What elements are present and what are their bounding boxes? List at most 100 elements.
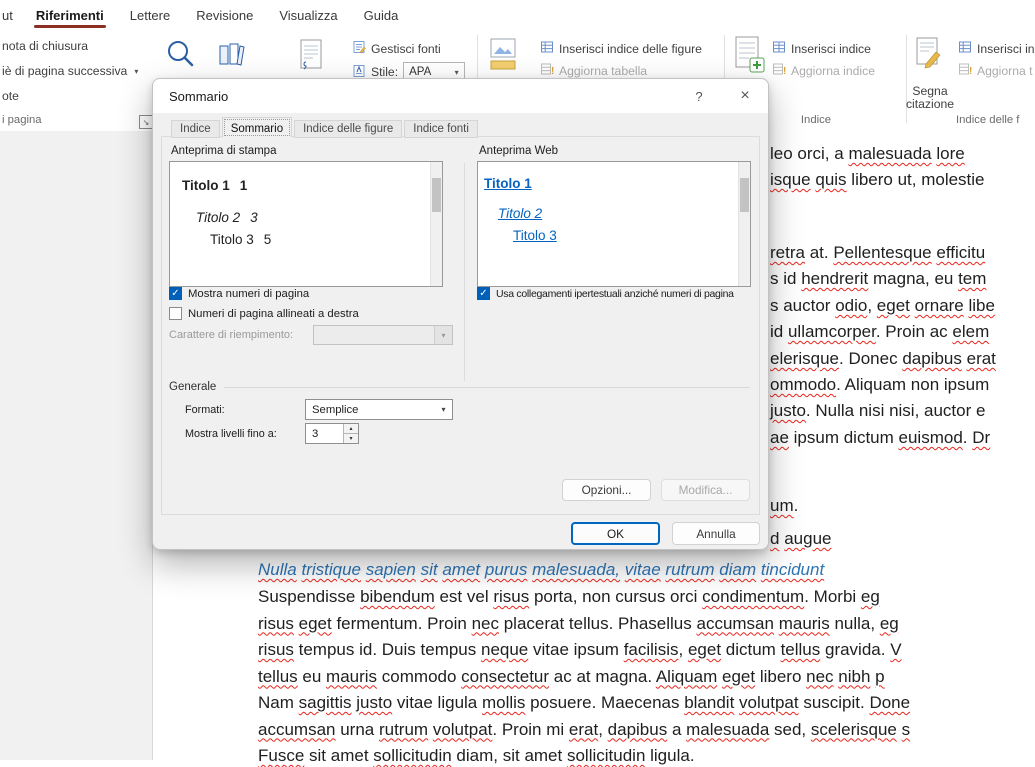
right-align-page-numbers-label: Numeri di pagina allineati a destra xyxy=(188,308,359,320)
dialog-tab-strip: IndiceSommarioIndice delle figureIndice … xyxy=(171,117,478,138)
document-paragraph-line: risus tempus id. Duis tempus neque vitae… xyxy=(258,639,902,661)
web-preview-entry-2: Titolo 2 xyxy=(498,206,542,221)
print-preview-scrollbar[interactable] xyxy=(430,162,442,286)
cancel-button-label: Annulla xyxy=(696,527,735,541)
use-hyperlinks-checkbox[interactable]: ✓ Usa collegamenti ipertestuali anziché … xyxy=(477,287,734,300)
document-paragraph-line: Suspendisse bibendum est vel risus porta… xyxy=(258,586,880,608)
document-text-fragment: leo orci, a malesuada lore xyxy=(770,143,965,165)
document-paragraph-line: tellus eu mauris commodo consectetur ac … xyxy=(258,666,885,688)
close-button[interactable]: × xyxy=(722,79,768,113)
web-preview-entry-1: Titolo 1 xyxy=(484,176,532,191)
document-paragraph-line: accumsan urna rutrum volutpat. Proin mi … xyxy=(258,719,910,741)
dialog-tab-indice[interactable]: Indice xyxy=(171,120,220,138)
app-tab-ut[interactable]: ut xyxy=(0,0,23,30)
update-table-of-authorities-button[interactable]: ! Aggiorna t xyxy=(958,62,1033,79)
modify-button[interactable]: Modifica... xyxy=(661,479,750,501)
help-button[interactable]: ? xyxy=(676,79,722,113)
web-preview-entry-3: Titolo 3 xyxy=(513,228,557,243)
researcher-button[interactable] xyxy=(216,40,246,75)
manage-sources-button[interactable]: Gestisci fonti xyxy=(352,40,441,57)
document-text-fragment: justo. Nulla nisi nisi, auctor e xyxy=(770,400,985,422)
dialog-tab-sommario[interactable]: Sommario xyxy=(222,117,292,138)
mark-citation-icon xyxy=(913,62,943,79)
scrollbar-thumb[interactable] xyxy=(432,178,441,212)
show-page-numbers-checkbox[interactable]: ✓ Mostra numeri di pagina xyxy=(169,287,309,300)
show-page-numbers-label: Mostra numeri di pagina xyxy=(188,288,309,300)
show-notes-button[interactable]: ote xyxy=(2,89,19,103)
document-text-fragment: isque quis libero ut, molestie xyxy=(770,169,985,191)
svg-text:!: ! xyxy=(551,66,554,76)
dialog-title: Sommario xyxy=(169,89,676,104)
update-table-label: Aggiorna tabella xyxy=(559,64,647,78)
document-text-fragment: id ullamcorper. Proin ac elem xyxy=(770,321,989,343)
tab-leader-value xyxy=(314,326,434,344)
smart-lookup-button[interactable] xyxy=(163,37,199,78)
scrollbar-thumb[interactable] xyxy=(740,178,749,212)
mark-citation-button[interactable] xyxy=(913,35,943,80)
update-index-label: Aggiorna indice xyxy=(791,64,875,78)
print-preview-box: Titolo 11Titolo 23Titolo 35 xyxy=(169,161,443,287)
spinner-up-icon[interactable]: ▴ xyxy=(344,424,358,434)
document-heading: Nulla tristique sapien sit amet purus ma… xyxy=(258,559,824,581)
search-icon xyxy=(163,60,199,77)
chevron-down-icon[interactable]: ▾ xyxy=(435,400,452,419)
web-preview-scrollbar[interactable] xyxy=(738,162,750,286)
spinner-down-icon[interactable]: ▾ xyxy=(344,434,358,443)
app-tab-revisione[interactable]: Revisione xyxy=(183,0,266,30)
next-footnote-label: iè di pagina successiva xyxy=(2,64,127,78)
app-tab-visualizza[interactable]: Visualizza xyxy=(266,0,350,30)
right-align-page-numbers-checkbox[interactable]: Numeri di pagina allineati a destra xyxy=(169,307,359,320)
insert-table-of-authorities-label: Inserisci in xyxy=(977,42,1035,56)
footnotes-group-label: i pagina xyxy=(2,114,42,126)
insert-table-of-figures-button[interactable]: Inserisci indice delle figure xyxy=(540,40,702,57)
document-text-fragment: ommodo. Aliquam non ipsum xyxy=(770,374,989,396)
document-text-fragment: retra at. Pellentesque efficitu xyxy=(770,242,985,264)
print-preview-entry-1: Titolo 11 xyxy=(182,178,247,193)
table-of-authorities-icon xyxy=(958,40,972,57)
general-group: Generale xyxy=(169,381,750,393)
insert-index-big-button[interactable] xyxy=(732,35,766,80)
insert-caption-button[interactable] xyxy=(488,35,518,80)
formats-combobox[interactable]: Semplice ▾ xyxy=(305,399,453,420)
app-tab-lettere[interactable]: Lettere xyxy=(117,0,183,30)
print-preview-label: Anteprima di stampa xyxy=(171,145,276,157)
use-hyperlinks-label: Usa collegamenti ipertestuali anziché nu… xyxy=(496,288,734,300)
launcher-arrow-icon: ↘ xyxy=(143,118,150,127)
insert-endnote-button[interactable]: nota di chiusura xyxy=(2,39,88,53)
index-icon xyxy=(772,40,786,57)
options-button[interactable]: Opzioni... xyxy=(562,479,651,501)
toc-dialog: Sommario ? × IndiceSommarioIndice delle … xyxy=(152,78,769,550)
insert-index-button[interactable]: Inserisci indice xyxy=(772,40,871,57)
footnotes-dialog-launcher[interactable]: ↘ xyxy=(139,115,153,129)
ok-button[interactable]: OK xyxy=(571,522,660,545)
spinner-buttons: ▴ ▾ xyxy=(343,424,358,443)
web-preview-box: Titolo 1 Titolo 2 Titolo 3 xyxy=(477,161,751,287)
insert-citation-button[interactable] xyxy=(297,38,325,79)
app-tab-riferimenti[interactable]: Riferimenti xyxy=(23,0,117,30)
document-paragraph-line: Nam sagittis justo vitae ligula mollis p… xyxy=(258,692,910,714)
show-notes-label: ote xyxy=(2,89,19,103)
preview-page-number: 1 xyxy=(240,178,248,193)
dialog-tab-indice-delle-figure[interactable]: Indice delle figure xyxy=(294,120,402,138)
update-index-button[interactable]: ! Aggiorna indice xyxy=(772,62,875,79)
formats-label: Formati: xyxy=(185,404,225,416)
column-divider xyxy=(464,163,465,381)
next-footnote-button[interactable]: iè di pagina successiva ▾ xyxy=(2,64,138,78)
document-text-fragment: s auctor odio, eget ornare libe xyxy=(770,295,995,317)
document-paragraph-line: risus eget fermentum. Proin nec placerat… xyxy=(258,613,899,635)
document-text-fragment: s id hendrerit magna, eu tem xyxy=(770,268,986,290)
document-paragraph-line: Fusce sit amet sollicitudin diam, sit am… xyxy=(258,745,695,767)
preview-page-number: 5 xyxy=(264,232,272,247)
app-tab-guida[interactable]: Guida xyxy=(351,0,412,30)
update-table-button[interactable]: ! Aggiorna tabella xyxy=(540,62,647,79)
show-levels-spinner[interactable]: 3 ▴ ▾ xyxy=(305,423,359,444)
insert-table-of-authorities-button[interactable]: Inserisci in xyxy=(958,40,1035,57)
show-levels-label: Mostra livelli fino a: xyxy=(185,428,277,440)
cancel-button[interactable]: Annulla xyxy=(672,522,760,545)
manage-sources-label: Gestisci fonti xyxy=(371,42,441,56)
chevron-down-icon[interactable]: ▾ xyxy=(449,68,464,77)
dialog-tab-indice-fonti[interactable]: Indice fonti xyxy=(404,120,478,138)
chevron-down-icon: ▾ xyxy=(434,326,452,344)
help-icon: ? xyxy=(695,89,702,104)
books-icon xyxy=(216,57,246,74)
